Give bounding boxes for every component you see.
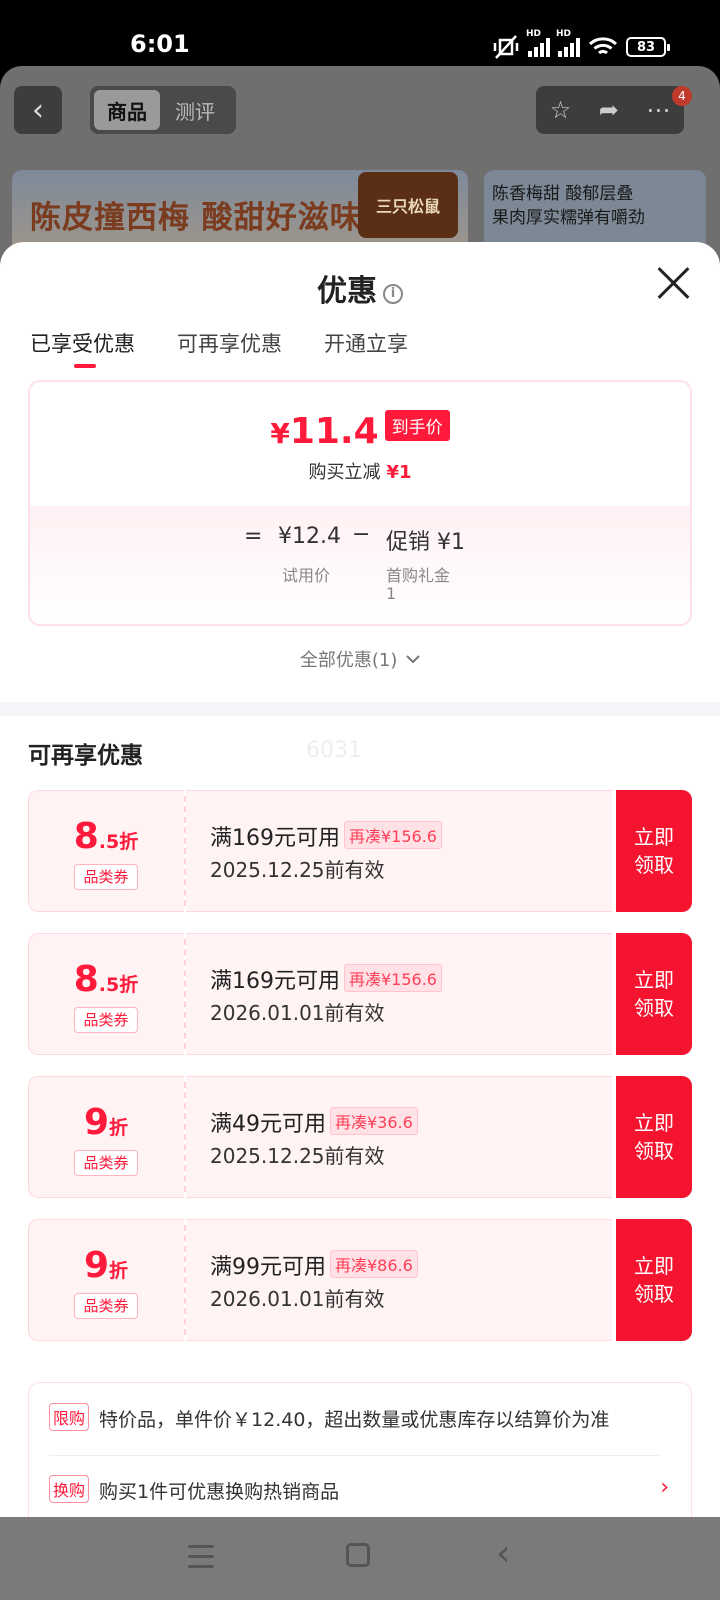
final-price-row: ¥11.4 到手价	[30, 410, 690, 452]
tab-enjoyed[interactable]: 已享受优惠	[30, 328, 135, 368]
calc-equals: =	[244, 524, 263, 549]
calc-promo: 促销 ¥1	[386, 530, 465, 555]
claim-button[interactable]: 立即 领取	[616, 1076, 692, 1198]
close-icon[interactable]	[656, 266, 690, 300]
cut-label: 购买立减	[308, 462, 381, 483]
claim-button[interactable]: 立即 领取	[616, 1219, 692, 1341]
final-price-tag: 到手价	[384, 410, 450, 441]
coupon-type: 品类券	[74, 1150, 138, 1176]
section-title: 可再享优惠	[28, 743, 143, 769]
coupon-gap-tag: 再凑¥36.6	[330, 1107, 418, 1135]
final-price: ¥11.4	[270, 411, 379, 452]
banner-slogan: 陈皮撞西梅 酸甜好滋味	[30, 200, 362, 236]
banner2-line-1: 陈香梅甜 酸郁层叠	[492, 184, 634, 204]
tab-more-available[interactable]: 可再享优惠	[177, 328, 282, 358]
more-icon[interactable]: ⋯	[646, 96, 670, 124]
chevron-down-icon	[406, 655, 420, 664]
promo-label: 首购礼金	[386, 566, 451, 585]
page-actions: ☆ ➦ ⋯	[536, 86, 684, 134]
limit-tag: 限购	[49, 1403, 90, 1431]
exchange-tag: 换购	[49, 1475, 90, 1503]
status-bar: 6:01 HD HD 83	[0, 0, 720, 66]
all-offers-label: 全部优惠(1)	[299, 650, 398, 671]
coupon-expiry: 2025.12.25前有效	[210, 858, 385, 882]
exchange-note[interactable]: 换购 购买1件可优惠换购热销商品 ›	[49, 1475, 669, 1504]
base-price-label: 试用价	[282, 566, 331, 585]
sheet-title: 优惠	[317, 274, 377, 309]
coupon-condition: 满49元可用 再凑¥36.6	[210, 1106, 418, 1138]
status-icons: HD HD 83	[492, 29, 670, 60]
coupon-discount: 9折	[83, 1245, 129, 1286]
message-badge: 4	[672, 86, 692, 106]
discount-sheet: 优惠 i 已享受优惠 可再享优惠 开通立享 ¥11.4 到手价 购买立减 ¥1 = ¥…	[0, 242, 720, 1517]
hd-label-1: HD	[526, 29, 542, 39]
purchase-notes: 限购 特价品，单件价￥12.40，超出数量或优惠库存以结算价为准 换购 购买1件可优…	[28, 1382, 692, 1517]
promo-label-value: 1	[386, 584, 397, 603]
sheet-header: 优惠 i	[0, 266, 720, 310]
page-tabs: 商品 测评	[90, 86, 236, 134]
brand-logo: 三只松鼠	[358, 172, 458, 238]
coupon-type: 品类券	[74, 1007, 138, 1033]
favorite-star-icon[interactable]: ☆	[550, 96, 572, 124]
wifi-icon	[588, 37, 618, 55]
coupon-type: 品类券	[74, 1293, 138, 1319]
section-divider	[0, 702, 720, 716]
background-product-page: ‹ 商品 测评 ☆ ➦ ⋯ 4 陈皮撞西梅 酸甜好滋味 三只松鼠 陈香梅甜 酸郁…	[0, 66, 720, 266]
status-time: 6:01	[130, 30, 190, 58]
coupon-type: 品类券	[74, 864, 138, 890]
coupon-gap-tag: 再凑¥156.6	[344, 964, 442, 992]
limit-note: 限购 特价品，单件价￥12.40，超出数量或优惠库存以结算价为准	[49, 1403, 669, 1432]
recents-menu-icon[interactable]	[188, 1545, 214, 1569]
coupon-condition: 满169元可用 再凑¥156.6	[210, 963, 442, 995]
discount-tabs: 已享受优惠 可再享优惠 开通立享	[30, 328, 408, 368]
system-nav-bar: ‹	[0, 1517, 720, 1600]
coupon-card: 9折 品类券 满49元可用 再凑¥36.6 2025.12.25前有效 立即 领取	[28, 1076, 692, 1198]
signal-1-icon: HD	[526, 29, 550, 57]
tab-goods[interactable]: 商品	[94, 90, 160, 130]
exchange-text: 购买1件可优惠换购热销商品	[99, 1481, 340, 1503]
coupon-discount: 8.5折	[73, 959, 139, 1000]
calc-minus: −	[352, 522, 371, 547]
signal-2-icon: HD	[556, 29, 580, 57]
coupon-expiry: 2026.01.01前有效	[210, 1001, 385, 1025]
mute-vibrate-icon	[493, 35, 519, 59]
home-icon[interactable]	[346, 1543, 370, 1567]
tab-reviews[interactable]: 测评	[160, 96, 230, 125]
coupon-card: 9折 品类券 满99元可用 再凑¥86.6 2026.01.01前有效 立即 领取	[28, 1219, 692, 1341]
coupon-condition: 满169元可用 再凑¥156.6	[210, 820, 442, 852]
coupon-discount: 9折	[83, 1102, 129, 1143]
claim-button[interactable]: 立即 领取	[616, 933, 692, 1055]
calc-base-price: ¥12.4	[278, 524, 341, 549]
watermark-text: 6031	[306, 738, 362, 763]
limit-text: 特价品，单件价￥12.40，超出数量或优惠库存以结算价为准	[99, 1409, 610, 1431]
all-offers-toggle[interactable]: 全部优惠(1)	[0, 646, 720, 672]
coupon-expiry: 2025.12.25前有效	[210, 1144, 385, 1168]
price-summary-card: ¥11.4 到手价 购买立减 ¥1 = ¥12.4 − 促销 ¥1 试用价 首购礼金…	[28, 380, 692, 626]
tab-activate[interactable]: 开通立享	[324, 328, 408, 358]
coupon-expiry: 2026.01.01前有效	[210, 1287, 385, 1311]
coupon-card: 8.5折 品类券 满169元可用 再凑¥156.6 2025.12.25前有效 立…	[28, 790, 692, 912]
info-icon[interactable]: i	[383, 284, 403, 304]
coupon-gap-tag: 再凑¥86.6	[330, 1250, 418, 1278]
back-button[interactable]: ‹	[14, 86, 62, 134]
coupon-card: 8.5折 品类券 满169元可用 再凑¥156.6 2026.01.01前有效 立…	[28, 933, 692, 1055]
claim-button[interactable]: 立即 领取	[616, 790, 692, 912]
hd-label-2: HD	[556, 29, 572, 39]
coupon-gap-tag: 再凑¥156.6	[344, 821, 442, 849]
banner2-line-2: 果肉厚实糯弹有嚼劲	[492, 208, 645, 228]
back-icon[interactable]: ‹	[496, 1533, 510, 1574]
coupon-condition: 满99元可用 再凑¥86.6	[210, 1249, 418, 1281]
chevron-right-icon: ›	[660, 1475, 669, 1500]
instant-cut-row: 购买立减 ¥1	[30, 458, 690, 484]
share-icon[interactable]: ➦	[599, 96, 619, 124]
coupon-discount: 8.5折	[73, 816, 139, 857]
note-divider	[49, 1455, 659, 1456]
cut-amount: ¥1	[386, 462, 412, 483]
battery-icon: 83	[626, 37, 670, 57]
